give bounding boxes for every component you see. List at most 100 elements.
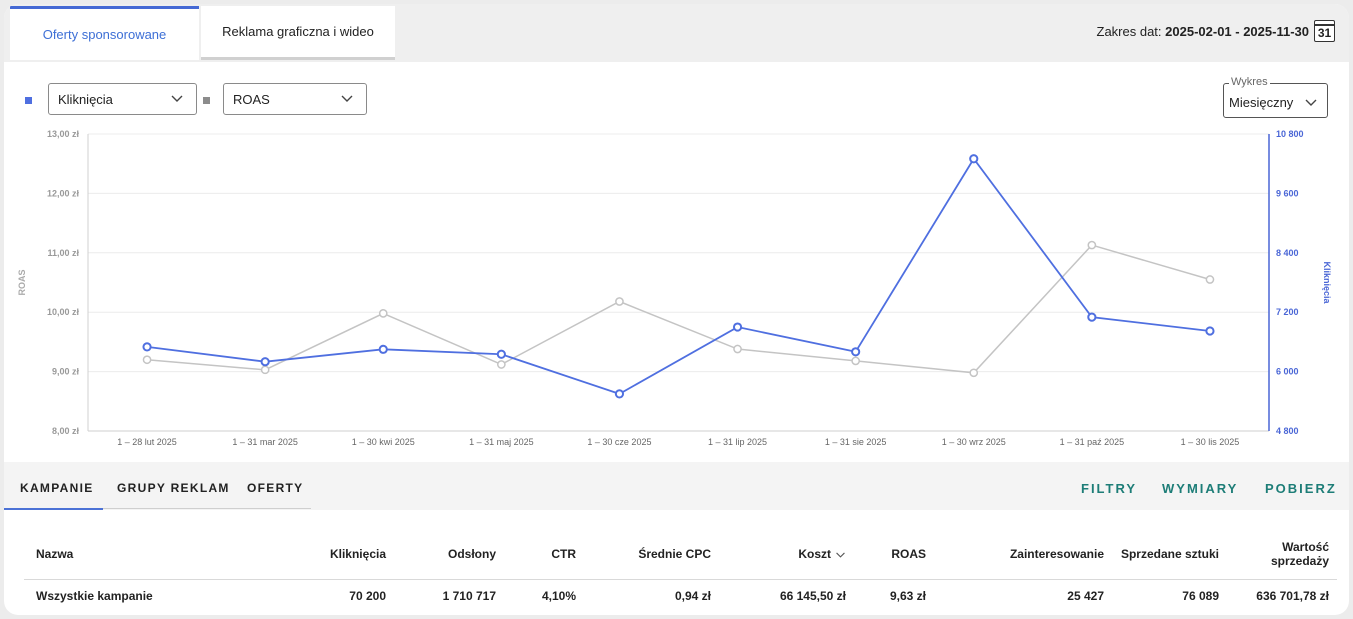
active-tab-indicator <box>4 508 103 510</box>
cell-roas: 9,63 zł <box>854 578 934 613</box>
cell-cost: 66 145,50 zł <box>719 578 854 613</box>
download-button[interactable]: POBIERZ <box>1265 481 1337 496</box>
roas-data-point <box>260 365 270 375</box>
clicks-data-point <box>1087 312 1097 322</box>
col-header-sales-value[interactable]: Wartość sprzedaży <box>1227 529 1337 579</box>
y-left-tick-label: 13,00 zł <box>47 129 80 139</box>
roas-data-point <box>733 344 742 354</box>
chart-type-select[interactable]: Wykres Miesięczny <box>1223 76 1328 118</box>
table-row[interactable]: Wszystkie kampanie 70 200 1 710 717 4,10… <box>24 578 1337 613</box>
clicks-data-point <box>851 347 861 357</box>
roas-data-point <box>615 297 624 306</box>
clicks-legend-swatch <box>25 97 32 104</box>
date-range-label: Zakres dat: <box>1096 24 1162 39</box>
tab-sponsored-offers[interactable]: Oferty sponsorowane <box>10 6 199 60</box>
clicks-data-point <box>378 344 388 354</box>
cell-avg-cpc: 0,94 zł <box>584 578 719 613</box>
col-header-cost-label: Koszt <box>798 546 831 561</box>
x-tick-label: 1 – 30 kwi 2025 <box>352 437 415 447</box>
clicks-data-point <box>496 349 506 359</box>
roas-series-line <box>146 244 1211 374</box>
roas-data-point <box>969 368 979 378</box>
line-chart: 8,00 zł 9,00 zł 10,00 zł 11,00 zł 12,00 zł 13… <box>17 129 1332 447</box>
sort-down-icon <box>836 552 845 558</box>
clicks-series-line <box>146 157 1211 395</box>
col-header-name[interactable]: Nazwa <box>24 529 284 579</box>
col-header-ctr[interactable]: CTR <box>504 529 584 579</box>
y-right-tick-label: 10 800 <box>1276 129 1304 139</box>
roas-data-point <box>497 360 506 369</box>
calendar-icon[interactable]: 31 <box>1314 20 1335 42</box>
clicks-data-point <box>1205 326 1215 336</box>
campaigns-table: Nazwa Kliknięcia Odsłony CTR Średnie CPC… <box>24 529 1337 613</box>
roas-data-point <box>378 309 388 318</box>
clicks-data-point <box>969 154 979 164</box>
metric-select-1-value: Kliknięcia <box>58 91 113 107</box>
y-left-tick-label: 10,00 zł <box>47 307 80 317</box>
clicks-data-point <box>732 322 743 332</box>
chevron-down-icon <box>341 95 353 102</box>
y-left-tick-label: 9,00 zł <box>52 367 80 377</box>
col-header-interest[interactable]: Zainteresowanie <box>934 529 1112 579</box>
y-right-axis-title: Kliknięcia <box>1322 261 1332 304</box>
metric-select-2-value: ROAS <box>233 91 270 107</box>
clicks-data-point <box>142 342 152 352</box>
x-tick-label: 1 – 30 cze 2025 <box>587 437 651 447</box>
clicks-data-point <box>614 389 625 399</box>
dimensions-button[interactable]: WYMIARY <box>1162 481 1238 496</box>
cell-sales-value: 636 701,78 zł <box>1227 578 1337 613</box>
top-tab-bar: Oferty sponsorowane Reklama graficzna i … <box>4 4 1349 62</box>
x-tick-label: 1 – 30 wrz 2025 <box>942 437 1006 447</box>
filters-button[interactable]: FILTRY <box>1081 481 1137 496</box>
y-right-tick-label: 8 400 <box>1276 248 1299 258</box>
roas-data-point <box>142 355 152 365</box>
col-header-impressions[interactable]: Odsłony <box>394 529 504 579</box>
cell-impressions: 1 710 717 <box>394 578 504 613</box>
col-header-clicks[interactable]: Kliknięcia <box>284 529 394 579</box>
x-tick-label: 1 – 31 mar 2025 <box>232 437 298 447</box>
roas-data-point <box>1087 240 1097 250</box>
x-tick-label: 1 – 31 paź 2025 <box>1060 437 1125 447</box>
col-header-units-sold[interactable]: Sprzedane sztuki <box>1112 529 1227 579</box>
metric-select-2[interactable]: ROAS <box>223 83 367 115</box>
date-range-value: 2025-02-01 - 2025-11-30 <box>1165 24 1309 39</box>
tab-offers[interactable]: OFERTY <box>247 481 303 495</box>
metric-select-1[interactable]: Kliknięcia <box>48 83 197 115</box>
table-header-row: Nazwa Kliknięcia Odsłony CTR Średnie CPC… <box>24 529 1337 579</box>
cell-ctr: 4,10% <box>504 578 584 613</box>
x-tick-label: 1 – 28 lut 2025 <box>117 437 177 447</box>
col-header-avg-cpc[interactable]: Średnie CPC <box>584 529 719 579</box>
y-right-tick-label: 9 600 <box>1276 188 1299 198</box>
y-left-axis-title: ROAS <box>17 269 27 295</box>
col-header-cost[interactable]: Koszt <box>719 529 854 579</box>
cell-interest: 25 427 <box>934 578 1112 613</box>
calendar-day: 31 <box>1317 26 1332 40</box>
chart-type-value: Miesięczny <box>1229 95 1294 110</box>
cell-units-sold: 76 089 <box>1112 578 1227 613</box>
y-left-tick-label: 8,00 zł <box>52 426 80 436</box>
app-frame: Oferty sponsorowane Reklama graficzna i … <box>4 4 1349 615</box>
chevron-down-icon <box>1305 99 1317 106</box>
col-header-roas[interactable]: ROAS <box>854 529 934 579</box>
y-right-tick-label: 6 000 <box>1276 367 1299 377</box>
clicks-data-point <box>260 357 270 367</box>
chart-type-label: Wykres <box>1229 76 1270 88</box>
roas-data-point <box>851 356 861 366</box>
x-tick-label: 1 – 30 lis 2025 <box>1181 437 1240 447</box>
roas-legend-swatch <box>203 97 210 104</box>
x-tick-label: 1 – 31 sie 2025 <box>825 437 887 447</box>
cell-name: Wszystkie kampanie <box>24 578 284 613</box>
y-left-tick-label: 11,00 zł <box>47 248 79 258</box>
date-range[interactable]: Zakres dat: 2025-02-01 - 2025-11-30 <box>1097 24 1310 39</box>
y-right-tick-label: 4 800 <box>1276 426 1299 436</box>
roas-data-point <box>1205 275 1215 284</box>
tab-display-video-ads[interactable]: Reklama graficzna i wideo <box>201 6 395 60</box>
tab-divider <box>103 508 311 509</box>
x-tick-label: 1 – 31 lip 2025 <box>708 437 767 447</box>
table-tab-bar: KAMPANIE GRUPY REKLAM OFERTY FILTRY WYMI… <box>4 462 1349 510</box>
tab-campaigns[interactable]: KAMPANIE <box>20 481 94 495</box>
y-right-tick-label: 7 200 <box>1276 307 1299 317</box>
chevron-down-icon <box>171 95 183 102</box>
x-tick-label: 1 – 31 maj 2025 <box>469 437 534 447</box>
tab-ad-groups[interactable]: GRUPY REKLAM <box>117 481 230 495</box>
